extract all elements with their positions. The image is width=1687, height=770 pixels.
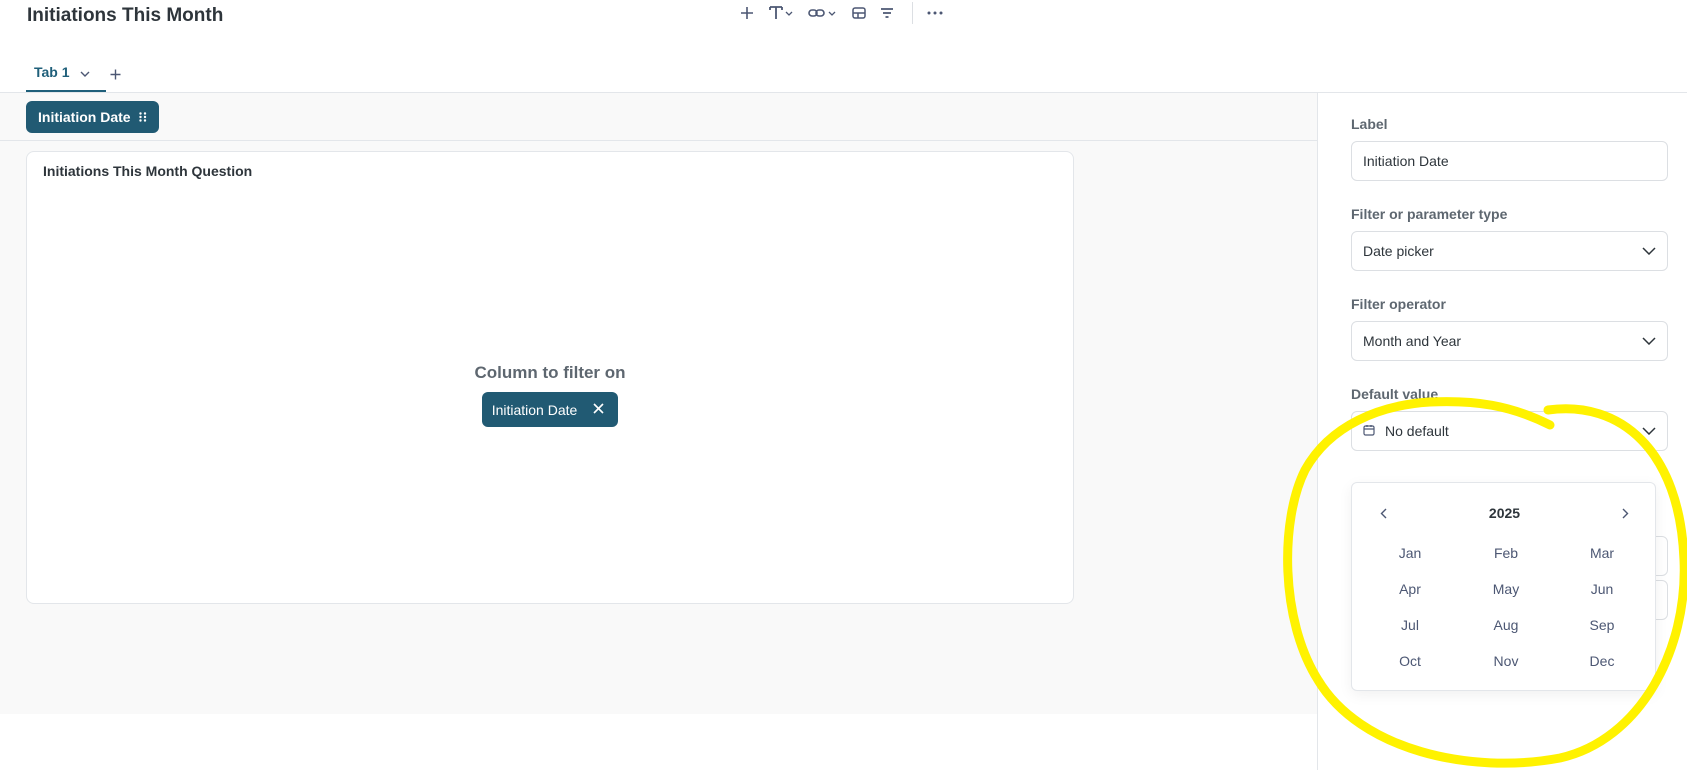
text-icon <box>769 6 793 19</box>
column-filter-title: Column to filter on <box>474 363 626 382</box>
add-button[interactable] <box>740 1 754 25</box>
column-chip-label: Initiation Date <box>491 401 578 418</box>
label-field-group: Label Initiation Date <box>1351 116 1668 181</box>
tab-bar: Tab 1 <box>26 58 121 92</box>
default-field-group: Default value No default <box>1351 386 1668 451</box>
picker-year[interactable]: 2025 <box>1489 505 1520 521</box>
month-jul[interactable]: Jul <box>1362 607 1458 643</box>
toolbar <box>741 0 957 26</box>
month-oct[interactable]: Oct <box>1362 643 1458 679</box>
month-picker-popover: 2025 Jan Feb Mar Apr May Jun Jul Aug Sep… <box>1351 482 1656 691</box>
month-aug[interactable]: Aug <box>1458 607 1554 643</box>
month-apr[interactable]: Apr <box>1362 571 1458 607</box>
link-icon <box>808 9 836 17</box>
tab-1[interactable]: Tab 1 <box>26 58 106 92</box>
text-button[interactable] <box>768 1 794 25</box>
filter-chip-label: Initiation Date <box>38 109 131 125</box>
filter-icon <box>881 8 893 18</box>
type-field-label: Filter or parameter type <box>1351 206 1508 222</box>
add-icon <box>110 69 121 80</box>
label-field-label: Label <box>1351 116 1388 132</box>
type-select-value: Date picker <box>1363 243 1434 259</box>
chevron-down-icon <box>1642 337 1656 345</box>
month-feb[interactable]: Feb <box>1458 535 1554 571</box>
type-field-group: Filter or parameter type Date picker <box>1351 206 1668 271</box>
month-picker-header: 2025 <box>1352 503 1655 523</box>
month-grid: Jan Feb Mar Apr May Jun Jul Aug Sep Oct … <box>1362 535 1650 679</box>
link-button[interactable] <box>808 1 838 25</box>
chevron-down-icon <box>1642 427 1656 435</box>
calendar-icon <box>1363 423 1375 439</box>
dashboard-canvas: Initiation Date Initiations This Month Q… <box>0 93 1317 714</box>
filter-bar: Initiation Date <box>0 93 1317 141</box>
toolbar-divider <box>912 2 913 24</box>
label-input[interactable]: Initiation Date <box>1351 141 1668 181</box>
tab-label: Tab 1 <box>34 64 70 80</box>
page: Initiations This Month Tab 1 Initiation … <box>0 0 1687 770</box>
operator-select-value: Month and Year <box>1363 333 1462 349</box>
chevron-down-icon[interactable] <box>80 64 90 80</box>
close-icon[interactable] <box>593 401 604 419</box>
column-chip[interactable]: Initiation Date <box>481 392 619 427</box>
month-sep[interactable]: Sep <box>1554 607 1650 643</box>
default-value-text: No default <box>1385 423 1449 439</box>
add-tab-button[interactable] <box>110 65 121 83</box>
default-value-select[interactable]: No default <box>1351 411 1668 451</box>
label-input-value: Initiation Date <box>1363 153 1449 169</box>
month-jun[interactable]: Jun <box>1554 571 1650 607</box>
filter-widget-initiation-date[interactable]: Initiation Date <box>26 101 159 133</box>
default-field-label: Default value <box>1351 386 1439 402</box>
column-filter-mapping: Column to filter on Initiation Date <box>27 363 1073 427</box>
month-dec[interactable]: Dec <box>1554 643 1650 679</box>
section-button[interactable] <box>852 1 866 25</box>
month-may[interactable]: May <box>1458 571 1554 607</box>
month-mar[interactable]: Mar <box>1554 535 1650 571</box>
month-jan[interactable]: Jan <box>1362 535 1458 571</box>
operator-field-label: Filter operator <box>1351 296 1446 312</box>
question-card: Initiations This Month Question Column t… <box>26 151 1074 604</box>
operator-field-group: Filter operator Month and Year <box>1351 296 1668 361</box>
chevron-down-icon <box>1642 247 1656 255</box>
section-icon <box>852 7 866 19</box>
filter-button[interactable] <box>880 1 894 25</box>
add-icon <box>741 7 753 19</box>
operator-select[interactable]: Month and Year <box>1351 321 1668 361</box>
card-title: Initiations This Month Question <box>43 163 253 179</box>
chevron-right-icon[interactable] <box>1622 508 1629 519</box>
month-nov[interactable]: Nov <box>1458 643 1554 679</box>
page-title: Initiations This Month <box>27 5 224 26</box>
more-icon <box>927 11 943 15</box>
drag-handle-icon[interactable] <box>138 109 147 125</box>
chevron-left-icon[interactable] <box>1380 508 1387 519</box>
more-button[interactable] <box>927 1 943 25</box>
type-select[interactable]: Date picker <box>1351 231 1668 271</box>
